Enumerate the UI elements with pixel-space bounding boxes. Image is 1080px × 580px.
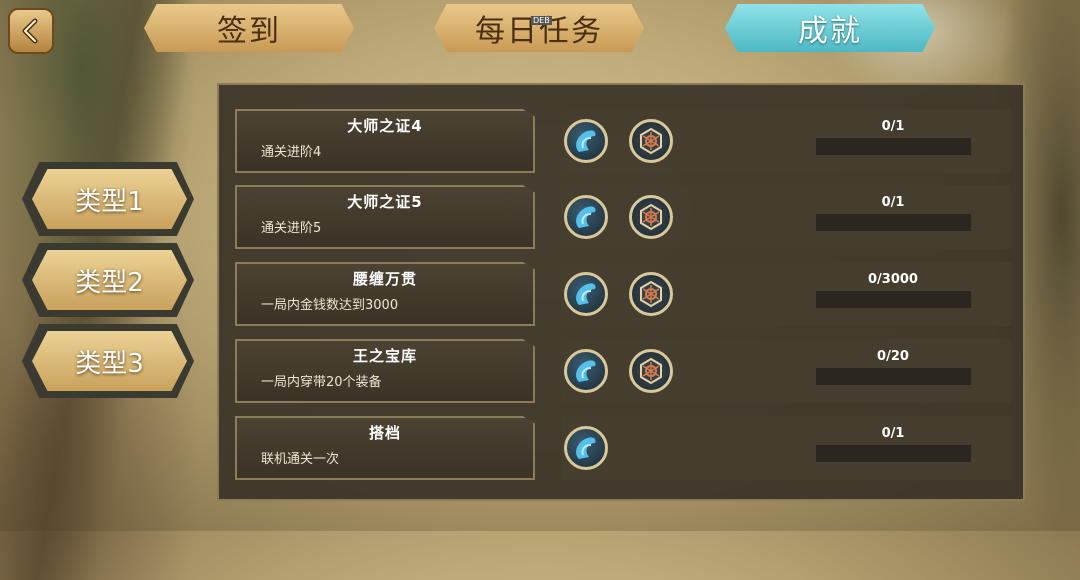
achievement-desc: 通关进阶4 — [261, 145, 322, 160]
achievement-row[interactable]: 大师之证4 通关进阶4 — [235, 109, 535, 173]
reward-strip: 0/20 — [561, 339, 1011, 403]
achievement-row[interactable]: 腰缠万贯 一局内金钱数达到3000 — [235, 262, 535, 326]
category-label: 类型3 — [75, 348, 144, 379]
tab-daily-tasks[interactable]: 每日任务 DEB — [434, 4, 644, 52]
achievement-name: 大师之证4 — [347, 117, 423, 135]
water-drop-icon[interactable] — [564, 119, 608, 163]
progress-bar — [816, 291, 971, 308]
category-type2-button[interactable]: 类型2 — [32, 250, 187, 310]
achievement-desc: 一局内金钱数达到3000 — [261, 298, 399, 313]
reward-strip: 0/1 — [561, 416, 1011, 480]
tab-achievements-label: 成就 — [798, 14, 862, 49]
achievement-name: 腰缠万贯 — [352, 270, 417, 288]
snowflake-emblem-icon[interactable] — [629, 195, 673, 239]
water-drop-icon[interactable] — [564, 426, 608, 470]
progress-text: 0/1 — [881, 119, 905, 134]
progress-text: 0/1 — [881, 195, 905, 210]
water-drop-icon[interactable] — [564, 195, 608, 239]
achievement-name: 王之宝库 — [352, 347, 417, 365]
water-drop-icon[interactable] — [564, 349, 608, 393]
debug-badge: DEB — [531, 16, 552, 25]
category-type1-button[interactable]: 类型1 — [32, 169, 187, 229]
achievement-name: 大师之证5 — [347, 193, 423, 211]
achievement-name: 搭档 — [368, 424, 401, 442]
progress-text: 0/1 — [881, 426, 905, 441]
category-label: 类型1 — [75, 186, 144, 217]
achievement-desc: 联机通关一次 — [261, 452, 340, 467]
tab-daily-tasks-label: 每日任务 — [475, 14, 603, 49]
achievement-panel: 大师之证4 通关进阶4 0/1 大师之证5 通关进阶5 0/1 腰缠万贯 一局内… — [217, 83, 1025, 501]
tab-checkin[interactable]: 签到 — [144, 4, 354, 52]
achievement-row[interactable]: 搭档 联机通关一次 — [235, 416, 535, 480]
snowflake-emblem-icon[interactable] — [629, 119, 673, 163]
tab-checkin-label: 签到 — [217, 14, 281, 49]
snowflake-emblem-icon[interactable] — [629, 272, 673, 316]
achievement-row[interactable]: 大师之证5 通关进阶5 — [235, 185, 535, 249]
progress-bar — [816, 214, 971, 231]
achievement-row[interactable]: 王之宝库 一局内穿带20个装备 — [235, 339, 535, 403]
achievement-desc: 一局内穿带20个装备 — [261, 375, 382, 390]
category-label: 类型2 — [75, 267, 144, 298]
progress-bar — [816, 368, 971, 385]
progress-text: 0/20 — [877, 349, 909, 364]
reward-strip: 0/3000 — [561, 262, 1011, 326]
reward-strip: 0/1 — [561, 185, 1011, 249]
progress-text: 0/3000 — [868, 272, 918, 287]
achievement-desc: 通关进阶5 — [261, 221, 322, 236]
progress-bar — [816, 445, 971, 462]
chevron-left-icon — [22, 18, 38, 44]
tab-achievements[interactable]: 成就 — [725, 4, 935, 52]
progress-bar — [816, 138, 971, 155]
category-type3-button[interactable]: 类型3 — [32, 331, 187, 391]
water-drop-icon[interactable] — [564, 272, 608, 316]
back-button[interactable] — [8, 8, 54, 54]
snowflake-emblem-icon[interactable] — [629, 349, 673, 393]
reward-strip: 0/1 — [561, 109, 1011, 173]
